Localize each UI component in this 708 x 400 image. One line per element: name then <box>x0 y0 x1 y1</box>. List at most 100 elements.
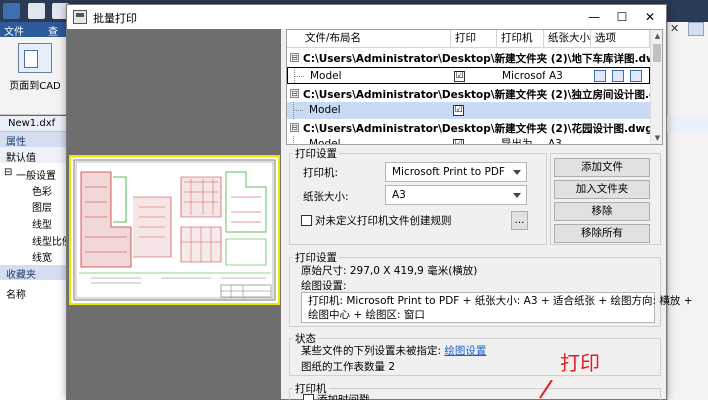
properties-header: 属性 <box>0 132 66 148</box>
file-list[interactable]: 文件/布局名 打印 打印机 纸张大小 选项 ⊟ C:\Users\Adminis… <box>286 29 663 145</box>
print-checkbox[interactable]: ☑ <box>453 139 464 144</box>
print-checkbox[interactable]: ☑ <box>454 71 465 82</box>
property-row[interactable]: 色彩 <box>0 181 66 198</box>
print-annotation: 打印 <box>560 351 600 375</box>
chevron-down-icon <box>513 170 521 175</box>
close-button[interactable]: ✕ <box>636 5 664 29</box>
property-row: 名称 <box>0 284 66 301</box>
property-label: 图层 <box>32 203 52 214</box>
collapse-icon[interactable]: ⊟ <box>290 89 299 98</box>
property-label: 色彩 <box>32 187 52 198</box>
add-file-button[interactable]: 添加文件 <box>554 158 650 177</box>
ribbon-tabs: 文件 查 <box>0 22 66 38</box>
property-row[interactable]: 线型比例 <box>0 231 72 248</box>
minimize-button[interactable]: — <box>580 5 608 29</box>
file-group[interactable]: ⊟ C:\Users\Administrator\Desktop\新建文件夹 (… <box>287 85 650 102</box>
printer-cell[interactable]: Microsoft <box>498 68 545 83</box>
print-preview-pane <box>67 29 281 400</box>
add-timestamp-checkbox[interactable] <box>303 394 314 400</box>
file-group[interactable]: ⊟ C:\Users\Administrator\Desktop\新建文件夹 (… <box>287 49 650 66</box>
default-value-label: 默认值 <box>6 153 36 164</box>
file-path: C:\Users\Administrator\Desktop\新建文件夹 (2)… <box>303 89 650 101</box>
layout-name: Model <box>309 138 341 145</box>
favorites-header: 收藏夹 <box>0 265 66 281</box>
property-row[interactable]: 图层 <box>0 197 66 214</box>
ribbon: 页面到CAD <box>0 37 66 115</box>
drawing-settings-link[interactable]: 绘图设置 <box>444 345 486 357</box>
paper-cell[interactable]: A3 <box>544 136 591 144</box>
page-to-cad-button[interactable]: 页面到CAD <box>6 43 64 103</box>
save-icon[interactable] <box>28 3 45 19</box>
file-group[interactable]: ⊟ C:\Users\Administrator\Desktop\新建文件夹 (… <box>287 119 650 136</box>
remove-all-button[interactable]: 移除所有 <box>554 224 650 243</box>
right-tabs <box>667 116 708 132</box>
scroll-thumb[interactable] <box>653 44 661 62</box>
settings-icon[interactable] <box>594 70 606 82</box>
printer-cell[interactable] <box>497 102 544 119</box>
favorites-title: 收藏夹 <box>6 270 36 281</box>
collapse-icon[interactable]: ⊟ <box>290 123 299 132</box>
paper-size-select[interactable]: A3 <box>385 185 527 205</box>
vertical-scrollbar[interactable]: ▲ ▼ <box>650 30 662 144</box>
table-row[interactable]: Model ☑ 导出为 A3 <box>287 136 650 145</box>
page-to-cad-icon <box>18 43 52 73</box>
layers-icon[interactable] <box>612 70 624 82</box>
annotation-arrow-icon <box>539 380 553 399</box>
collapse-icon[interactable]: ⊟ <box>290 53 299 62</box>
chevron-down-icon <box>513 193 521 198</box>
table-row[interactable]: Model ☑ <box>287 102 650 119</box>
column-header-paper[interactable]: 纸张大小 <box>544 30 591 48</box>
status-unspecified-prefix: 某些文件的下列设置未被指定: <box>301 345 445 357</box>
expander-icon[interactable]: ⊟ <box>4 167 12 178</box>
printer-select-value: Microsoft Print to PDF <box>392 166 505 178</box>
tree-line <box>293 144 303 145</box>
remove-button[interactable]: 移除 <box>554 202 650 221</box>
table-row[interactable]: Model ☑ Microsoft A3 <box>287 67 650 84</box>
scroll-up-icon[interactable]: ▲ <box>651 30 662 42</box>
file-list-header: 文件/布局名 打印 打印机 纸张大小 选项 <box>287 30 650 48</box>
custom-rules-button[interactable]: ... <box>511 211 528 230</box>
tab-view[interactable]: 查 <box>48 23 58 38</box>
printer-label: 打印机: <box>303 167 339 179</box>
paper-size-label: 纸张大小: <box>303 191 349 203</box>
property-row[interactable]: ⊟ 一般设置 <box>0 165 66 182</box>
column-header-options[interactable]: 选项 <box>591 30 650 48</box>
layout-name: Model <box>309 104 341 116</box>
tab-file[interactable]: 文件 <box>4 23 24 38</box>
paper-size-select-value: A3 <box>392 189 406 201</box>
property-row: 默认值 <box>0 147 66 164</box>
dialog-titlebar[interactable]: 批量打印 — ☐ ✕ <box>67 5 666 29</box>
scroll-down-icon[interactable]: ▼ <box>651 132 662 144</box>
tree-line <box>293 110 303 111</box>
tree-line <box>294 76 304 77</box>
property-row[interactable]: 线型 <box>0 214 66 231</box>
drawing-settings-summary: 打印机: Microsoft Print to PDF + 纸张大小: A3 +… <box>301 292 693 323</box>
printer-cell[interactable]: 导出为 <box>497 136 544 144</box>
help-icon[interactable] <box>688 22 704 36</box>
property-label: 线宽 <box>32 253 52 264</box>
sheet-count-text: 图纸的工作表数量 2 <box>301 361 396 373</box>
summary-line: 打印机: Microsoft Print to PDF + 纸张大小: A3 +… <box>308 295 693 307</box>
custom-rules-checkbox[interactable] <box>301 215 312 226</box>
dialog-title: 批量打印 <box>93 12 137 25</box>
column-header-printer[interactable]: 打印机 <box>497 30 544 48</box>
preview-icon[interactable] <box>630 70 642 82</box>
drawing-settings-label: 绘图设置: <box>301 280 347 292</box>
column-header-print[interactable]: 打印 <box>451 30 497 48</box>
summary-line: 绘图中心 + 绘图区: 窗口 <box>308 309 425 321</box>
column-header-file[interactable]: 文件/布局名 <box>287 30 451 48</box>
add-folder-button[interactable]: 加入文件夹 <box>554 180 650 199</box>
close-icon[interactable]: ✕ <box>670 22 684 36</box>
batch-print-dialog: 批量打印 — ☐ ✕ 文件/布局名 打印 打印机 纸张大小 选项 ⊟ C:\Us… <box>66 4 693 400</box>
paper-cell[interactable]: A3 <box>545 68 592 83</box>
name-label: 名称 <box>6 290 26 301</box>
page-to-cad-label: 页面到CAD <box>9 81 61 92</box>
file-path: C:\Users\Administrator\Desktop\新建文件夹 (2)… <box>303 53 650 65</box>
property-row[interactable]: 线宽 <box>0 247 66 264</box>
maximize-button[interactable]: ☐ <box>608 5 636 29</box>
printer-select[interactable]: Microsoft Print to PDF <box>385 162 527 182</box>
paper-cell[interactable] <box>544 102 591 119</box>
drawing-preview <box>69 155 280 305</box>
print-checkbox[interactable]: ☑ <box>453 105 464 116</box>
document-tab[interactable]: New1.dxf <box>0 116 66 132</box>
